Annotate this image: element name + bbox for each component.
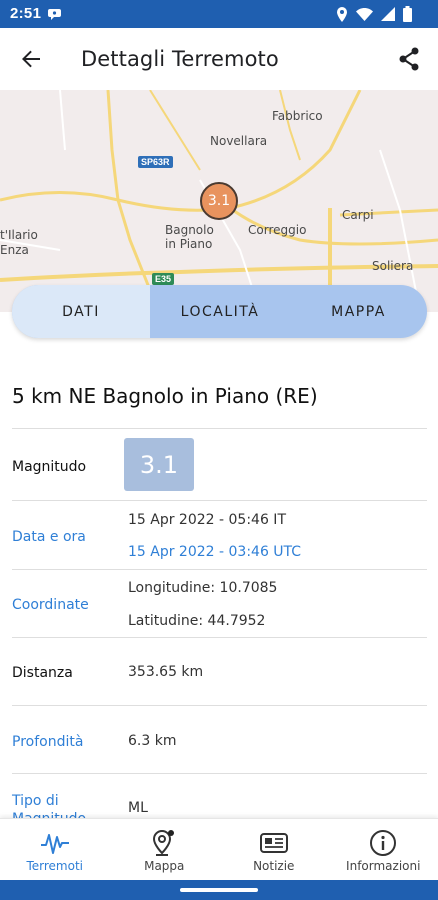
tab-dati[interactable]: DATI [12, 285, 150, 338]
nav-item-mappa[interactable]: Mappa [110, 819, 220, 880]
back-button[interactable] [16, 44, 46, 74]
tab-mappa[interactable]: MAPPA [290, 285, 427, 338]
longitude-value: Longitudine: 10.7085 [128, 580, 278, 596]
map-label-bagnolo: Bagnolo in Piano [165, 223, 214, 251]
share-icon [399, 47, 419, 71]
distance-value: 353.65 km [128, 664, 204, 680]
arrow-back-icon [22, 50, 40, 68]
wifi-icon [356, 7, 373, 21]
status-time: 2:51 [10, 5, 42, 22]
share-button[interactable] [394, 44, 424, 74]
info-icon [369, 829, 397, 857]
road-badge-sp63r: SP63R [138, 156, 173, 168]
depth-label: Profondità [12, 734, 84, 750]
row-datetime: Data e ora 15 Apr 2022 - 05:46 IT 15 Apr… [12, 500, 427, 569]
signal-icon [381, 7, 395, 21]
earthquake-marker[interactable]: 3.1 [200, 182, 238, 220]
coordinates-label: Coordinate [12, 597, 89, 613]
map-label-sant-ilario: t'Ilario [0, 228, 38, 242]
screen: 2:51 Dettagli Terremoto Fabbrico Novella… [0, 0, 438, 900]
nav-label-notizie: Notizie [253, 859, 295, 873]
magnitude-badge: 3.1 [124, 438, 194, 491]
row-depth: Profondità 6.3 km [12, 705, 427, 773]
latitude-value: Latitudine: 44.7952 [128, 613, 266, 629]
row-magnitude: Magnitudo 3.1 [12, 428, 427, 500]
map-label-soliera: Soliera [372, 259, 414, 273]
nav-item-terremoti[interactable]: Terremoti [0, 819, 110, 880]
status-icons [336, 6, 412, 22]
location-icon [337, 6, 347, 22]
earthquake-icon [40, 829, 69, 857]
detail-tabs: DATI LOCALITÀ MAPPA [12, 285, 427, 338]
nav-item-informazioni[interactable]: Informazioni [329, 819, 438, 880]
status-bar: 2:51 [0, 0, 438, 28]
app-bar: Dettagli Terremoto [0, 28, 438, 90]
depth-value: 6.3 km [128, 733, 177, 749]
nav-label-terremoti: Terremoti [26, 859, 84, 873]
map-label-fabbrico: Fabbrico [272, 109, 323, 123]
magnitude-type-value: ML [128, 800, 148, 816]
news-icon [259, 829, 288, 857]
earthquake-title: 5 km NE Bagnolo in Piano (RE) [12, 384, 318, 408]
row-coordinates: Coordinate Longitudine: 10.7085 Latitudi… [12, 569, 427, 637]
datetime-utc: 15 Apr 2022 - 03:46 UTC [128, 544, 302, 560]
page-title: Dettagli Terremoto [81, 47, 279, 71]
row-distance: Distanza 353.65 km [12, 637, 427, 705]
nav-label-mappa: Mappa [144, 859, 185, 873]
map-label-carpi: Carpi [342, 208, 374, 222]
bottom-navigation: Terremoti Mappa Notizie Informazioni [0, 818, 438, 880]
map-label-correggio: Correggio [248, 223, 307, 237]
map-pin-icon [150, 829, 178, 857]
nav-label-informazioni: Informazioni [346, 859, 421, 873]
notification-icon [48, 9, 61, 20]
map-label-novellara: Novellara [210, 134, 268, 148]
gesture-handle[interactable] [180, 888, 258, 892]
nav-item-notizie[interactable]: Notizie [219, 819, 329, 880]
gesture-area [0, 880, 438, 900]
tab-localita[interactable]: LOCALITÀ [150, 285, 290, 338]
magnitude-label: Magnitudo [12, 459, 87, 475]
distance-label: Distanza [12, 665, 73, 681]
datetime-label: Data e ora [12, 529, 86, 545]
map-label-enza: Enza [0, 243, 29, 257]
road-badge-e35: E35 [152, 273, 175, 285]
datetime-local: 15 Apr 2022 - 05:46 IT [128, 512, 286, 528]
battery-icon [403, 6, 412, 22]
